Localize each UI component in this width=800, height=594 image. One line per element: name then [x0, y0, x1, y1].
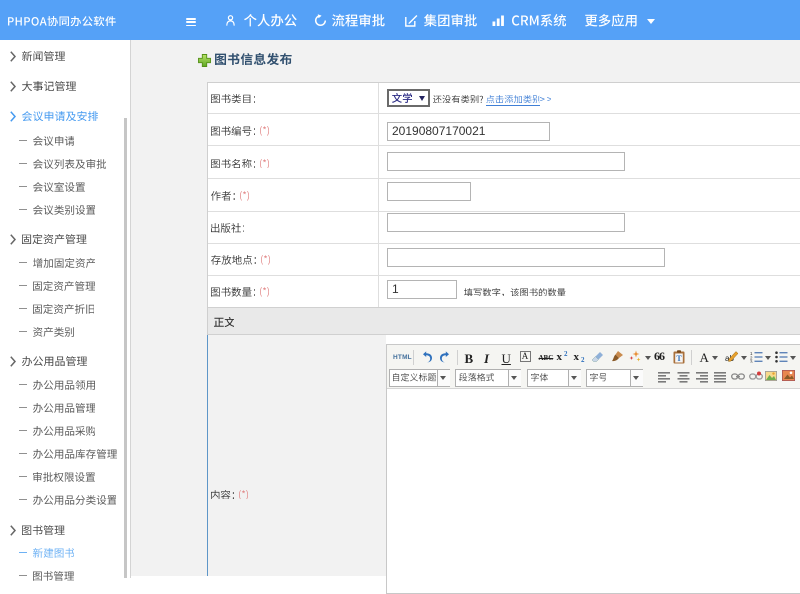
- svg-text:T: T: [676, 354, 682, 363]
- svg-text:3: 3: [750, 360, 753, 364]
